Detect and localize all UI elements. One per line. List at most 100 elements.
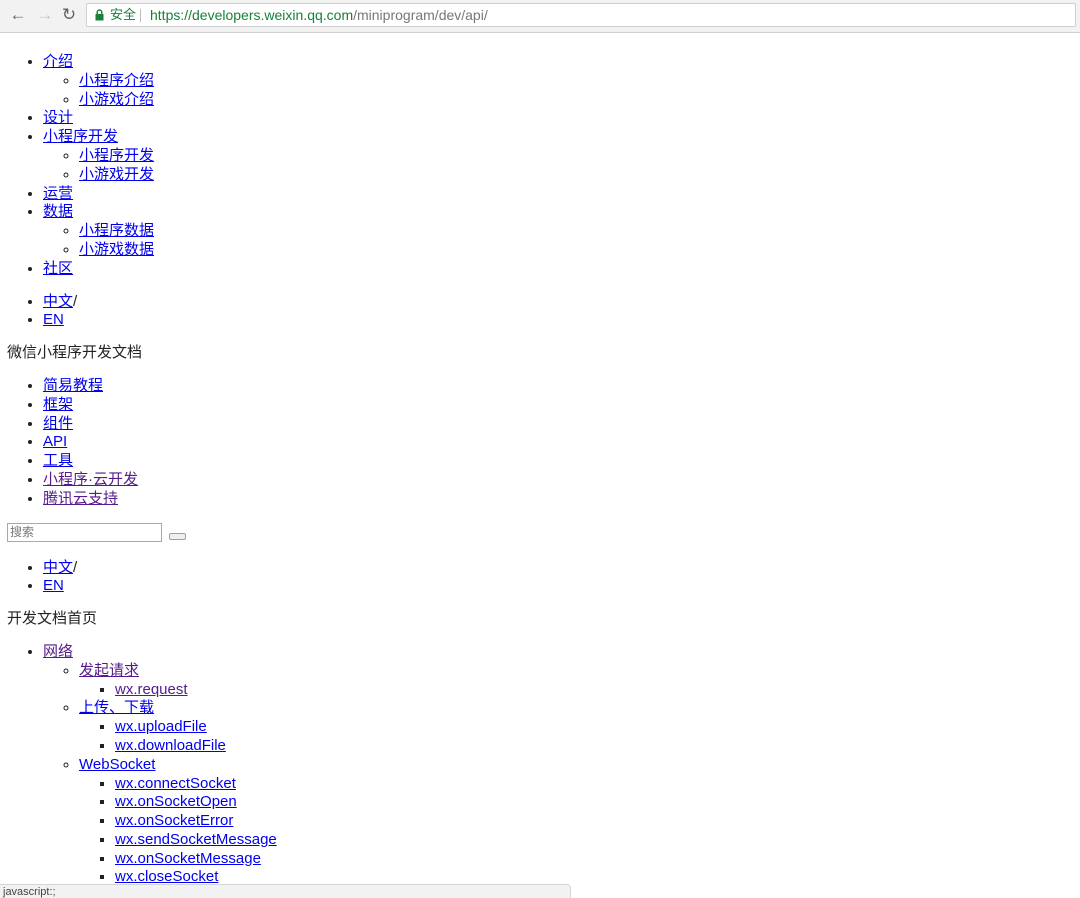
language-switcher: 中文/ EN: [0, 293, 1080, 331]
home-title: 开发文档首页: [7, 610, 98, 628]
top-nav-intro-link[interactable]: 介绍: [43, 53, 73, 70]
api-method-item: wx.sendSocketMessage: [115, 831, 1080, 850]
top-nav-dev-link[interactable]: 小程序开发: [43, 128, 118, 145]
api-group-item: 发起请求 wx.request: [79, 662, 1080, 700]
submenu-item: 小程序数据: [79, 222, 1080, 241]
doc-nav-item: 小程序·云开发: [43, 471, 1080, 490]
url-text: https://developers.weixin.qq.com/minipro…: [150, 4, 488, 26]
secure-label: 安全: [110, 7, 137, 22]
doc-nav-item: 框架: [43, 396, 1080, 415]
api-close-socket-link[interactable]: wx.closeSocket: [115, 868, 218, 885]
lang-item: EN: [43, 577, 1080, 596]
lang-en-link-secondary[interactable]: EN: [43, 577, 64, 594]
lang-separator: /: [73, 558, 78, 576]
api-group-item: 上传、下载 wx.uploadFile wx.downloadFile: [79, 699, 1080, 755]
api-connect-socket-link[interactable]: wx.connectSocket: [115, 775, 236, 792]
api-request-link[interactable]: wx.request: [115, 681, 188, 698]
api-nav-item: 网络 发起请求 wx.request 上传、下载 wx.uploadFile w…: [43, 643, 1080, 887]
data-submenu: 小程序数据 小游戏数据: [43, 222, 1080, 260]
doc-nav-component-link[interactable]: 组件: [43, 415, 73, 432]
api-on-socket-message-link[interactable]: wx.onSocketMessage: [115, 850, 261, 867]
api-request-group-link[interactable]: 发起请求: [79, 662, 139, 679]
search-form: [0, 522, 1080, 545]
browser-toolbar: ← → ↻ 安全 https://developers.weixin.qq.co…: [0, 0, 1080, 33]
lang-item: 中文/: [43, 293, 1080, 312]
api-method-item: wx.downloadFile: [115, 737, 1080, 756]
top-nav-item: 数据 小程序数据 小游戏数据: [43, 203, 1080, 259]
data-game-link[interactable]: 小游戏数据: [79, 241, 154, 258]
top-nav-item: 社区: [43, 260, 1080, 279]
dev-submenu: 小程序开发 小游戏开发: [43, 147, 1080, 185]
back-arrow-icon[interactable]: ←: [7, 4, 29, 26]
lang-zh-link[interactable]: 中文: [43, 293, 73, 310]
api-method-item: wx.connectSocket: [115, 775, 1080, 794]
status-bar: javascript:;: [0, 884, 571, 898]
api-on-socket-error-link[interactable]: wx.onSocketError: [115, 812, 233, 829]
lang-en-link[interactable]: EN: [43, 311, 64, 328]
top-nav-item: 介绍 小程序介绍 小游戏介绍: [43, 53, 1080, 109]
url-path: /miniprogram/dev/api/: [353, 7, 488, 23]
data-mini-link[interactable]: 小程序数据: [79, 222, 154, 239]
lang-item: EN: [43, 311, 1080, 330]
api-method-item: wx.onSocketOpen: [115, 793, 1080, 812]
top-nav-ops-link[interactable]: 运营: [43, 185, 73, 202]
forward-arrow-icon[interactable]: →: [34, 4, 56, 26]
lang-item: 中文/: [43, 559, 1080, 578]
doc-nav-cloud-link[interactable]: 小程序·云开发: [43, 471, 138, 488]
doc-nav-item: API: [43, 433, 1080, 452]
doc-nav-tools-link[interactable]: 工具: [43, 452, 73, 469]
doc-title: 微信小程序开发文档: [7, 344, 143, 362]
omnibox-divider: [140, 9, 141, 22]
api-method-item: wx.onSocketMessage: [115, 850, 1080, 869]
doc-nav-item: 工具: [43, 452, 1080, 471]
page-content: 介绍 小程序介绍 小游戏介绍 设计 小程序开发 小程序开发 小游戏开发 运营 数…: [0, 33, 1080, 898]
doc-nav-tutorial-link[interactable]: 简易教程: [43, 377, 103, 394]
search-button[interactable]: [169, 532, 187, 540]
doc-nav-item: 组件: [43, 415, 1080, 434]
intro-game-link[interactable]: 小游戏介绍: [79, 91, 154, 108]
top-nav-data-link[interactable]: 数据: [43, 203, 73, 220]
top-nav-item: 小程序开发 小程序开发 小游戏开发: [43, 128, 1080, 184]
url-host: https://developers.weixin.qq.com: [150, 7, 354, 23]
api-method-item: wx.onSocketError: [115, 812, 1080, 831]
top-nav-design-link[interactable]: 设计: [43, 109, 73, 126]
submenu-item: 小游戏介绍: [79, 91, 1080, 110]
submenu-item: 小游戏开发: [79, 166, 1080, 185]
lock-icon: [95, 9, 104, 21]
api-nav-tree: 网络 发起请求 wx.request 上传、下载 wx.uploadFile w…: [0, 643, 1080, 887]
dev-game-link[interactable]: 小游戏开发: [79, 166, 154, 183]
api-upload-group-link[interactable]: 上传、下载: [79, 699, 154, 716]
intro-mini-link[interactable]: 小程序介绍: [79, 72, 154, 89]
top-nav-item: 运营: [43, 185, 1080, 204]
doc-nav-item: 简易教程: [43, 377, 1080, 396]
upload-submenu: wx.uploadFile wx.downloadFile: [79, 718, 1080, 756]
api-on-socket-open-link[interactable]: wx.onSocketOpen: [115, 793, 237, 810]
doc-nav-api-link[interactable]: API: [43, 433, 67, 450]
api-network-link[interactable]: 网络: [43, 643, 73, 660]
request-submenu: wx.request: [79, 681, 1080, 700]
search-input[interactable]: [7, 522, 162, 542]
doc-nav-framework-link[interactable]: 框架: [43, 396, 73, 413]
api-method-item: wx.uploadFile: [115, 718, 1080, 737]
top-nav-list: 介绍 小程序介绍 小游戏介绍 设计 小程序开发 小程序开发 小游戏开发 运营 数…: [0, 53, 1080, 279]
top-nav-community-link[interactable]: 社区: [43, 260, 73, 277]
api-upload-file-link[interactable]: wx.uploadFile: [115, 718, 207, 735]
submenu-item: 小游戏数据: [79, 241, 1080, 260]
reload-icon[interactable]: ↻: [58, 4, 80, 26]
lang-zh-link-secondary[interactable]: 中文: [43, 559, 73, 576]
doc-nav-item: 腾讯云支持: [43, 490, 1080, 509]
doc-nav-list: 简易教程 框架 组件 API 工具 小程序·云开发 腾讯云支持: [0, 377, 1080, 509]
network-submenu: 发起请求 wx.request 上传、下载 wx.uploadFile wx.d…: [43, 662, 1080, 888]
api-send-socket-message-link[interactable]: wx.sendSocketMessage: [115, 831, 277, 848]
api-download-file-link[interactable]: wx.downloadFile: [115, 737, 226, 754]
language-switcher-secondary: 中文/ EN: [0, 559, 1080, 597]
api-websocket-group-link[interactable]: WebSocket: [79, 756, 155, 773]
top-nav-item: 设计: [43, 109, 1080, 128]
address-bar[interactable]: 安全 https://developers.weixin.qq.com/mini…: [86, 3, 1076, 27]
api-method-item: wx.request: [115, 681, 1080, 700]
dev-mini-link[interactable]: 小程序开发: [79, 147, 154, 164]
submenu-item: 小程序介绍: [79, 72, 1080, 91]
intro-submenu: 小程序介绍 小游戏介绍: [43, 72, 1080, 110]
submenu-item: 小程序开发: [79, 147, 1080, 166]
doc-nav-tencent-cloud-link[interactable]: 腾讯云支持: [43, 490, 118, 507]
